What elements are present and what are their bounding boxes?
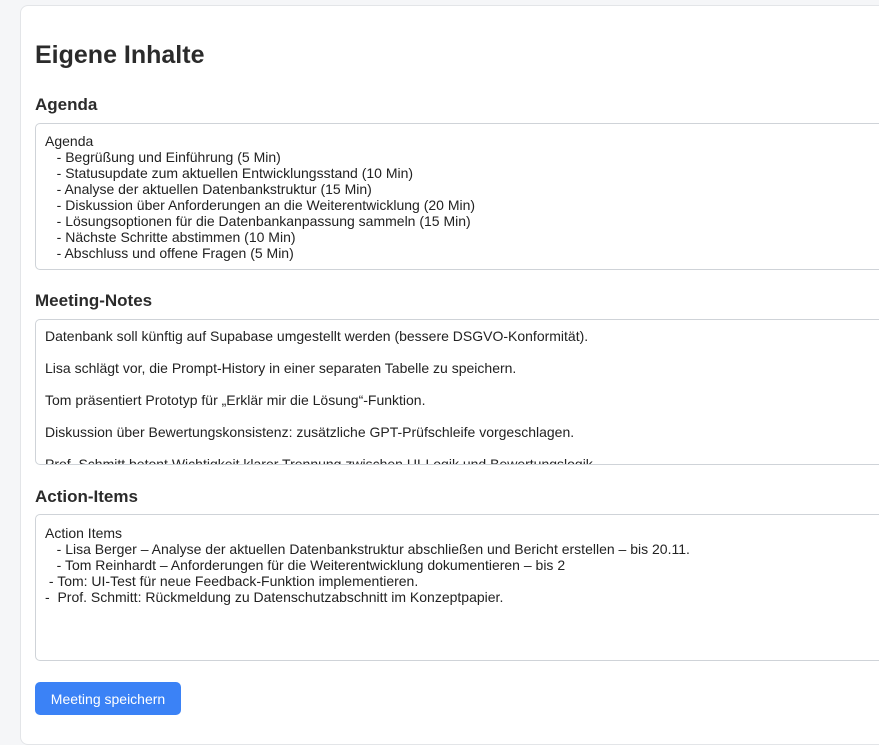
page-title: Eigene Inhalte <box>35 41 205 69</box>
note-paragraph: Lisa schlägt vor, die Prompt-History in … <box>45 360 517 376</box>
agenda-textarea[interactable]: Agenda - Begrüßung und Einführung (5 Min… <box>35 123 879 270</box>
meeting-notes-label: Meeting-Notes <box>35 291 153 310</box>
note-paragraph: Prof. Schmitt betont Wichtigkeit klarer … <box>45 456 597 465</box>
note-paragraph: Tom präsentiert Prototyp für „Erklär mir… <box>45 392 426 408</box>
content-card: Eigene Inhalte Agenda Agenda - Begrüßung… <box>20 5 879 745</box>
agenda-label: Agenda <box>35 95 98 114</box>
meeting-notes-textarea[interactable]: Datenbank soll künftig auf Supabase umge… <box>35 319 879 465</box>
note-paragraph: Datenbank soll künftig auf Supabase umge… <box>45 328 589 344</box>
action-items-textarea[interactable]: Action Items - Lisa Berger – Analyse der… <box>35 514 879 661</box>
save-meeting-button[interactable]: Meeting speichern <box>35 682 181 715</box>
note-paragraph: Diskussion über Bewertungskonsistenz: zu… <box>45 424 575 440</box>
action-items-label: Action-Items <box>35 487 138 506</box>
